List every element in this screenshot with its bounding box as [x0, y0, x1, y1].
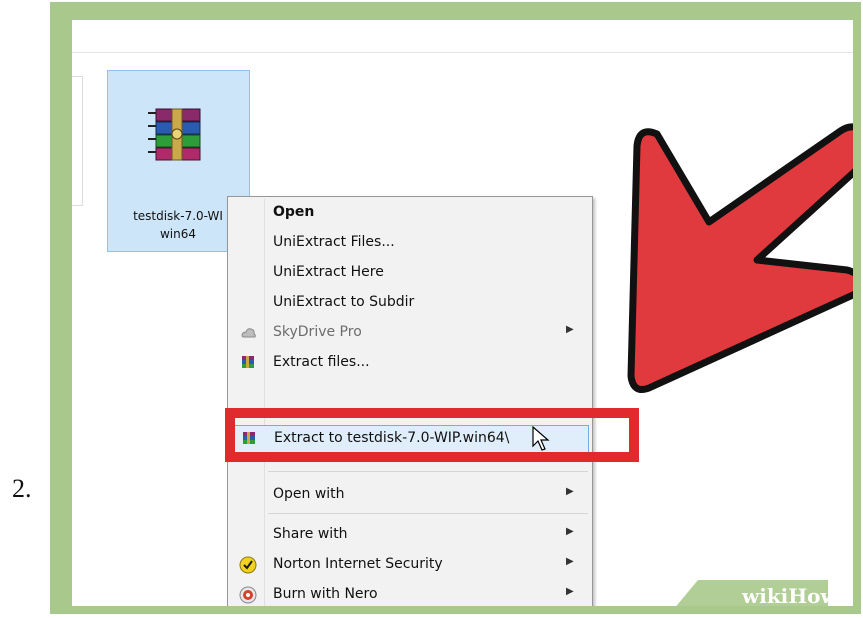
- partial-file-item[interactable]: [72, 76, 83, 206]
- explorer-header: [72, 20, 853, 53]
- menu-item-norton[interactable]: Norton Internet Security ▶: [230, 551, 588, 579]
- menu-item-open-with[interactable]: Open with ▶: [230, 481, 588, 509]
- menu-item-extract-files[interactable]: Extract files...: [230, 349, 588, 377]
- menu-separator: [268, 471, 588, 472]
- menu-item-uniextract-files[interactable]: UniExtract Files...: [230, 229, 588, 257]
- context-menu: Open UniExtract Files... UniExtract Here…: [227, 196, 593, 606]
- step-number: 2.: [12, 474, 32, 503]
- menu-item-skydrive-pro[interactable]: SkyDrive Pro ▶: [230, 319, 588, 347]
- menu-item-uniextract-here[interactable]: UniExtract Here: [230, 259, 588, 287]
- watermark-how: How: [788, 584, 838, 608]
- skydrive-icon: [241, 328, 256, 338]
- menu-item-label: UniExtract Files...: [273, 234, 395, 250]
- highlight-box: [225, 408, 639, 462]
- menu-item-label: Burn with Nero: [273, 586, 378, 602]
- watermark-wiki: wiki: [742, 584, 789, 608]
- menu-item-label: Extract files...: [273, 354, 370, 370]
- menu-item-label: SkyDrive Pro: [273, 324, 362, 340]
- menu-item-burn-with-nero[interactable]: Burn with Nero ▶: [230, 581, 588, 606]
- screenshot-frame: testdisk-7.0-WI win64 Open UniExtract Fi…: [50, 2, 861, 614]
- menu-item-label: Share with: [273, 526, 348, 542]
- menu-item-label: UniExtract Here: [273, 264, 384, 280]
- menu-separator: [268, 513, 588, 514]
- menu-item-label: UniExtract to Subdir: [273, 294, 415, 310]
- submenu-arrow-icon: ▶: [566, 526, 574, 537]
- red-arrow-icon: [627, 123, 853, 393]
- menu-item-share-with[interactable]: Share with ▶: [230, 521, 588, 549]
- submenu-arrow-icon: ▶: [566, 586, 574, 597]
- norton-icon: [239, 556, 257, 574]
- submenu-arrow-icon: ▶: [566, 556, 574, 567]
- wikihow-watermark: wikiHow: [742, 584, 838, 608]
- winrar-icon: [242, 356, 254, 368]
- menu-item-label: Norton Internet Security: [273, 556, 443, 572]
- file-name-label: testdisk-7.0-WI win64: [133, 209, 223, 241]
- menu-item-open[interactable]: Open: [230, 199, 588, 227]
- menu-item-label: Open: [273, 204, 315, 220]
- winrar-archive-icon: [148, 108, 201, 161]
- menu-item-uniextract-subdir[interactable]: UniExtract to Subdir: [230, 289, 588, 317]
- nero-icon: [239, 586, 257, 604]
- mouse-cursor-icon: [532, 426, 550, 451]
- file-explorer-window: testdisk-7.0-WI win64 Open UniExtract Fi…: [72, 20, 853, 606]
- submenu-arrow-icon: ▶: [566, 324, 574, 335]
- submenu-arrow-icon: ▶: [566, 486, 574, 497]
- menu-item-label: Open with: [273, 486, 345, 502]
